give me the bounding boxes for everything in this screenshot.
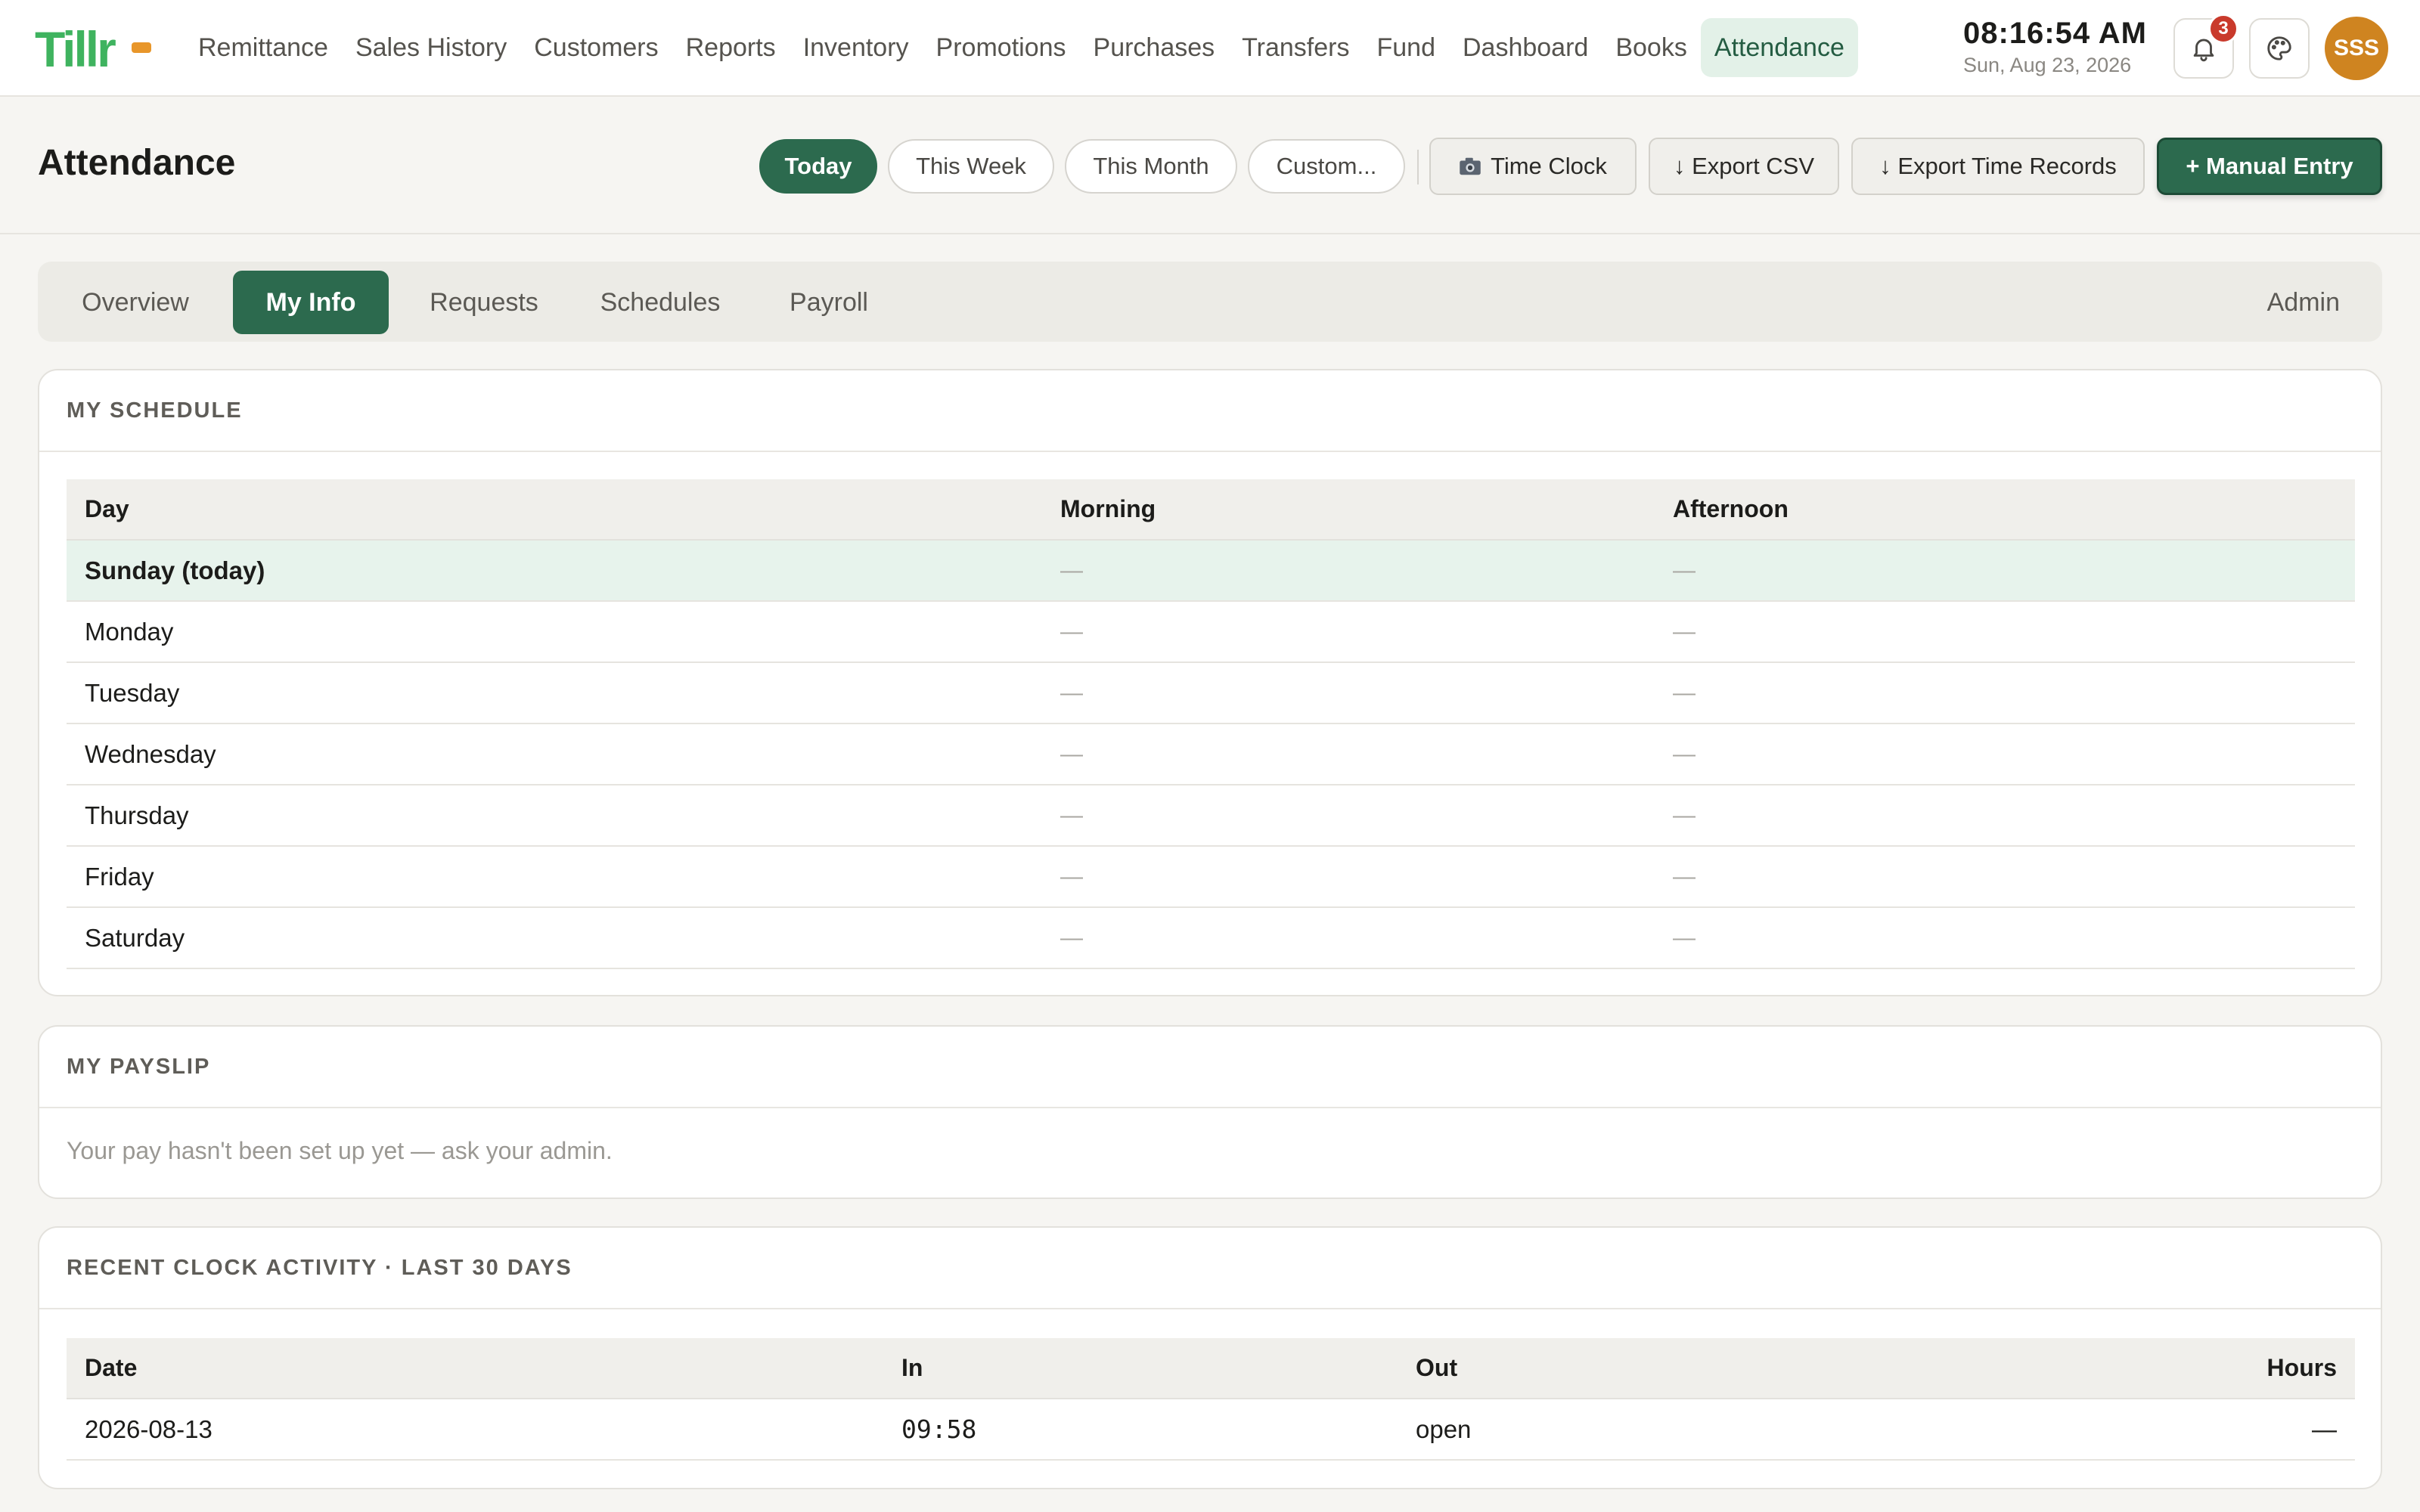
schedule-day: Monday	[67, 601, 1042, 663]
export-csv-button[interactable]: ↓ Export CSV	[1649, 138, 1839, 195]
my-payslip-card: MY PAYSLIP Your pay hasn't been set up y…	[38, 1025, 2382, 1199]
schedule-morning: —	[1042, 662, 1655, 724]
range-today-button[interactable]: Today	[759, 139, 877, 194]
my-schedule-title: MY SCHEDULE	[39, 370, 2381, 452]
schedule-col-afternoon: Afternoon	[1655, 479, 2355, 541]
schedule-morning: —	[1042, 601, 1655, 663]
camera-icon	[1460, 157, 1481, 175]
nav-item-reports[interactable]: Reports	[672, 18, 790, 77]
schedule-row: Monday — —	[67, 601, 2355, 663]
recent-clock-activity-card: RECENT CLOCK ACTIVITY · LAST 30 DAYS Dat…	[38, 1226, 2382, 1489]
manual-entry-button[interactable]: + Manual Entry	[2157, 138, 2382, 195]
logo-text: Tillr	[35, 23, 116, 73]
time-clock-label: Time Clock	[1491, 153, 1607, 179]
nav-item-transfers[interactable]: Transfers	[1228, 18, 1363, 77]
export-time-records-button[interactable]: ↓ Export Time Records	[1851, 138, 2145, 195]
schedule-day: Saturday	[67, 907, 1042, 969]
tab-requests[interactable]: Requests	[408, 271, 560, 334]
schedule-afternoon: —	[1655, 662, 2355, 724]
tab-schedules[interactable]: Schedules	[575, 271, 746, 334]
activity-hours: —	[1927, 1399, 2355, 1461]
nav-item-fund[interactable]: Fund	[1363, 18, 1449, 77]
nav-item-dashboard[interactable]: Dashboard	[1449, 18, 1602, 77]
tab-overview[interactable]: Overview	[57, 271, 213, 334]
main-nav: Remittance Sales History Customers Repor…	[185, 18, 1858, 77]
top-bar: Tillr Remittance Sales History Customers…	[0, 0, 2420, 97]
clock-time: 08:16:54 AM	[1963, 17, 2147, 50]
schedule-day: Thursday	[67, 785, 1042, 847]
nav-item-sales-history[interactable]: Sales History	[342, 18, 520, 77]
range-this-week-button[interactable]: This Week	[888, 139, 1054, 194]
tab-admin[interactable]: Admin	[2267, 271, 2340, 334]
time-clock-button[interactable]: Time Clock	[1429, 138, 1637, 195]
schedule-morning: —	[1042, 540, 1655, 602]
schedule-afternoon: —	[1655, 846, 2355, 908]
page-title: Attendance	[38, 143, 236, 183]
recent-activity-title: RECENT CLOCK ACTIVITY · LAST 30 DAYS	[39, 1228, 2381, 1309]
schedule-morning: —	[1042, 785, 1655, 847]
my-payslip-title: MY PAYSLIP	[39, 1027, 2381, 1108]
tab-my-info[interactable]: My Info	[233, 271, 389, 334]
payslip-message: Your pay hasn't been set up yet — ask yo…	[67, 1137, 613, 1164]
schedule-afternoon: —	[1655, 540, 2355, 602]
range-custom-button[interactable]: Custom...	[1248, 139, 1405, 194]
schedule-afternoon: —	[1655, 723, 2355, 785]
attendance-tabs: Overview My Info Requests Schedules Payr…	[38, 262, 2382, 342]
nav-item-promotions[interactable]: Promotions	[923, 18, 1080, 77]
nav-item-books[interactable]: Books	[1602, 18, 1701, 77]
schedule-table: Day Morning Afternoon Sunday (today) — —…	[67, 479, 2355, 969]
schedule-col-day: Day	[67, 479, 1042, 541]
notification-count-badge: 3	[2208, 14, 2238, 44]
activity-date: 2026-08-13	[67, 1399, 883, 1461]
activity-col-date: Date	[67, 1338, 883, 1399]
my-schedule-card: MY SCHEDULE Day Morning Afternoon Sunday…	[38, 369, 2382, 996]
schedule-morning: —	[1042, 907, 1655, 969]
schedule-header-row: Day Morning Afternoon	[67, 479, 2355, 541]
schedule-afternoon: —	[1655, 601, 2355, 663]
notifications-button[interactable]: 3	[2173, 14, 2238, 79]
nav-item-attendance[interactable]: Attendance	[1700, 18, 1858, 77]
clock-date: Sun, Aug 23, 2026	[1963, 54, 2132, 76]
schedule-row: Saturday — —	[67, 907, 2355, 969]
range-this-month-button[interactable]: This Month	[1065, 139, 1237, 194]
activity-col-hours: Hours	[1927, 1338, 2355, 1399]
schedule-row: Wednesday — —	[67, 723, 2355, 785]
theme-button[interactable]	[2249, 18, 2310, 79]
activity-col-out: Out	[1398, 1338, 1927, 1399]
schedule-morning: —	[1042, 723, 1655, 785]
schedule-day: Sunday (today)	[67, 540, 1042, 602]
schedule-row: Tuesday — —	[67, 662, 2355, 724]
schedule-morning: —	[1042, 846, 1655, 908]
schedule-day: Friday	[67, 846, 1042, 908]
schedule-day: Wednesday	[67, 723, 1042, 785]
header-clock: 08:16:54 AM Sun, Aug 23, 2026	[1963, 17, 2147, 77]
schedule-col-morning: Morning	[1042, 479, 1655, 541]
activity-header-row: Date In Out Hours	[67, 1338, 2355, 1399]
palette-icon	[2267, 36, 2291, 60]
user-avatar[interactable]: SSS	[2325, 17, 2388, 80]
clock-activity-table: Date In Out Hours 2026-08-13 09:58 open …	[67, 1338, 2355, 1461]
tab-payroll[interactable]: Payroll	[761, 271, 897, 334]
schedule-row: Thursday — —	[67, 785, 2355, 847]
header-divider	[1417, 150, 1419, 184]
nav-item-remittance[interactable]: Remittance	[185, 18, 342, 77]
activity-row: 2026-08-13 09:58 open —	[67, 1399, 2355, 1461]
schedule-afternoon: —	[1655, 785, 2355, 847]
nav-item-purchases[interactable]: Purchases	[1080, 18, 1229, 77]
schedule-day: Tuesday	[67, 662, 1042, 724]
nav-item-customers[interactable]: Customers	[520, 18, 672, 77]
tillr-logo[interactable]: Tillr	[35, 23, 153, 73]
activity-col-in: In	[883, 1338, 1398, 1399]
page-header: Attendance Today This Week This Month Cu…	[0, 98, 2420, 234]
activity-out: open	[1398, 1399, 1927, 1461]
activity-in: 09:58	[883, 1399, 1398, 1461]
nav-item-inventory[interactable]: Inventory	[790, 18, 923, 77]
schedule-afternoon: —	[1655, 907, 2355, 969]
schedule-row: Friday — —	[67, 846, 2355, 908]
schedule-row-today: Sunday (today) — —	[67, 540, 2355, 602]
